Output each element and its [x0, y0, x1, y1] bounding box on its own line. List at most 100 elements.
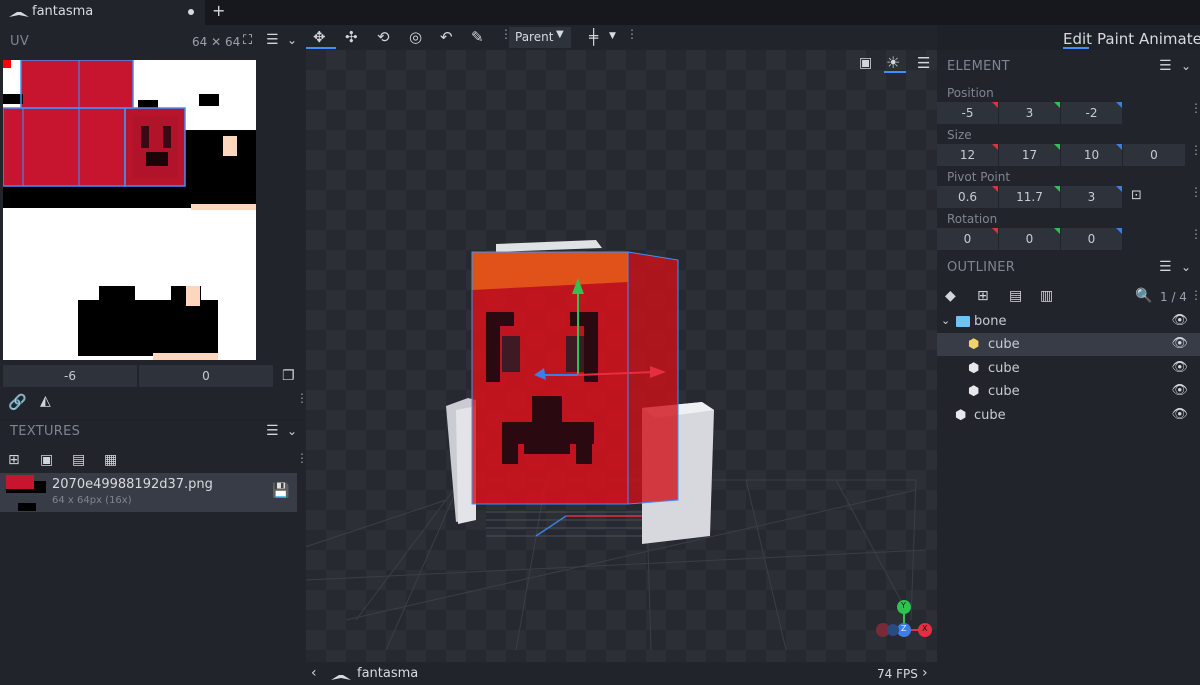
texture-list-item[interactable]: 2070e49988192d37.png 64 x 64px (16x) 💾 — [0, 473, 297, 512]
pivot-more-icon[interactable] — [1190, 190, 1193, 194]
pivot-mode-value: Parent — [515, 30, 554, 44]
outliner-count: 1 / 4 — [1160, 290, 1187, 304]
position-x-value: -5 — [961, 106, 974, 120]
pivot-x-input[interactable]: 0.6 — [937, 186, 998, 208]
align-icon[interactable]: ╪ — [589, 28, 598, 46]
rotate-tool-icon[interactable]: ⟲ — [377, 28, 390, 46]
outliner-item-cube-selected[interactable]: ⬢ cube 👁 — [937, 333, 1200, 356]
toolbar-more-icon[interactable] — [500, 32, 503, 36]
rotation-y-input[interactable]: 0 — [999, 228, 1060, 250]
element-collapse-icon[interactable]: ⌄ — [1181, 59, 1191, 73]
outliner-menu-icon[interactable]: ☰ — [1159, 259, 1172, 275]
pivot-z-input[interactable]: 3 — [1061, 186, 1122, 208]
rotation-more-icon[interactable] — [1190, 232, 1193, 236]
viewport-menu-icon[interactable]: ☰ — [917, 54, 930, 72]
project-tab[interactable]: fantasma — [0, 0, 205, 25]
add-texture-icon[interactable]: ▦ — [104, 452, 117, 468]
new-texture-icon[interactable]: ▣ — [40, 452, 53, 468]
menu-icon[interactable]: ☰ — [266, 32, 279, 48]
mode-paint[interactable]: Paint — [1097, 30, 1134, 48]
size-y-input[interactable]: 17 — [999, 144, 1060, 166]
pivot-y-input[interactable]: 11.7 — [999, 186, 1060, 208]
align-dropdown-icon[interactable]: ▼ — [609, 31, 616, 41]
save-texture-icon[interactable]: 💾 — [272, 483, 289, 499]
uv-offset-y-input[interactable]: 0 — [139, 365, 273, 387]
gem-icon[interactable]: ◆ — [945, 288, 956, 304]
status-prev-icon[interactable]: ‹ — [311, 665, 317, 681]
outliner-item-cube[interactable]: ⬢ cube 👁 — [937, 380, 1200, 403]
x-marker — [992, 102, 998, 108]
rotation-x-input[interactable]: 0 — [937, 228, 998, 250]
add-cube-icon[interactable]: ⊞ — [977, 288, 989, 304]
cube-icon: ⬢ — [968, 384, 980, 399]
size-z-input[interactable]: 10 — [1061, 144, 1122, 166]
y-marker — [1054, 228, 1060, 234]
copy-icon[interactable]: ❐ — [282, 368, 295, 384]
status-next-icon[interactable]: › — [922, 665, 928, 681]
textures-collapse-icon[interactable]: ⌄ — [287, 424, 297, 438]
chevron-down-icon[interactable]: ⌄ — [287, 33, 297, 47]
pivot-mode-select[interactable]: Parent ▼ — [509, 27, 571, 48]
position-z-input[interactable]: -2 — [1061, 102, 1122, 124]
unsaved-dot-icon[interactable] — [188, 9, 194, 15]
visibility-icon[interactable]: 👁 — [1171, 360, 1188, 375]
outliner-header: OUTLINER — [947, 260, 1016, 275]
outliner-item-label: bone — [974, 314, 1007, 329]
pivot-z-value: 3 — [1087, 190, 1096, 204]
chevron-down-icon[interactable]: ⌄ — [941, 314, 950, 327]
size-more-icon[interactable] — [1190, 148, 1193, 152]
visibility-icon[interactable]: 👁 — [1171, 313, 1188, 328]
outliner-more-icon[interactable] — [1190, 293, 1193, 297]
lighting-icon[interactable]: ☀ — [886, 53, 900, 72]
3d-viewport[interactable]: ▣ ☀ ☰ Y Z X — [306, 50, 937, 662]
uv-offset-x-input[interactable]: -6 — [3, 365, 137, 387]
outliner-item-cube[interactable]: ⬢ cube 👁 — [937, 404, 1200, 427]
import-texture-icon[interactable]: ⊞ — [8, 452, 20, 468]
rotation-x-value: 0 — [963, 232, 972, 246]
link-icon[interactable]: 🔗 — [8, 393, 27, 411]
uv-more-icon[interactable] — [296, 396, 299, 400]
cube-icon: ⬢ — [968, 337, 980, 352]
translate-tool-icon[interactable]: ✣ — [345, 28, 358, 46]
screenshot-icon[interactable]: ▣ — [859, 55, 872, 71]
mode-edit[interactable]: Edit — [1063, 30, 1092, 48]
position-y-input[interactable]: 3 — [999, 102, 1060, 124]
gizmo-z-label: Z — [901, 624, 907, 633]
rotation-z-input[interactable]: 0 — [1061, 228, 1122, 250]
mirror-icon[interactable]: ◭ — [40, 393, 51, 409]
z-marker — [1116, 186, 1122, 192]
visibility-icon[interactable]: 👁 — [1171, 336, 1188, 351]
new-tab-button[interactable]: + — [212, 1, 225, 20]
pivot-y-value: 11.7 — [1016, 190, 1043, 204]
search-icon[interactable]: 🔍 — [1135, 288, 1152, 304]
collapse-all-icon[interactable]: ▥ — [1040, 288, 1053, 304]
inflate-input[interactable]: 0 — [1123, 144, 1185, 166]
position-x-input[interactable]: -5 — [937, 102, 998, 124]
uv-canvas[interactable] — [3, 60, 256, 360]
toolbar-more-2-icon[interactable] — [626, 32, 629, 36]
brush-tool-icon[interactable]: ✎ — [471, 28, 484, 46]
element-menu-icon[interactable]: ☰ — [1159, 58, 1172, 74]
active-mode-indicator — [1063, 47, 1089, 49]
mode-animate[interactable]: Animate — [1139, 30, 1200, 48]
outliner-item-cube[interactable]: ⬢ cube 👁 — [937, 357, 1200, 380]
outliner-item-bone[interactable]: ⌄ bone 👁 — [937, 310, 1200, 333]
size-x-input[interactable]: 12 — [937, 144, 998, 166]
status-project-name: fantasma — [357, 666, 419, 681]
outliner-collapse-icon[interactable]: ⌄ — [1181, 260, 1191, 274]
texture-name: 2070e49988192d37.png — [52, 477, 213, 492]
pivot-tool-icon[interactable]: ◎ — [409, 28, 422, 46]
fullscreen-icon[interactable]: ⛶ — [243, 33, 252, 48]
add-group-icon[interactable]: ▤ — [1009, 288, 1022, 304]
textures-menu-icon[interactable]: ☰ — [266, 423, 279, 439]
vertex-snap-icon[interactable]: ↶ — [440, 28, 453, 46]
center-pivot-icon[interactable]: ⊡ — [1131, 188, 1142, 203]
position-more-icon[interactable] — [1190, 106, 1193, 110]
textures-more-icon[interactable] — [296, 456, 299, 460]
visibility-icon[interactable]: 👁 — [1171, 407, 1188, 422]
texture-folder-icon[interactable]: ▤ — [72, 452, 85, 468]
outliner-item-label: cube — [988, 384, 1020, 399]
y-marker — [1054, 102, 1060, 108]
visibility-icon[interactable]: 👁 — [1171, 383, 1188, 398]
move-tool-icon[interactable]: ✥ — [313, 28, 326, 46]
